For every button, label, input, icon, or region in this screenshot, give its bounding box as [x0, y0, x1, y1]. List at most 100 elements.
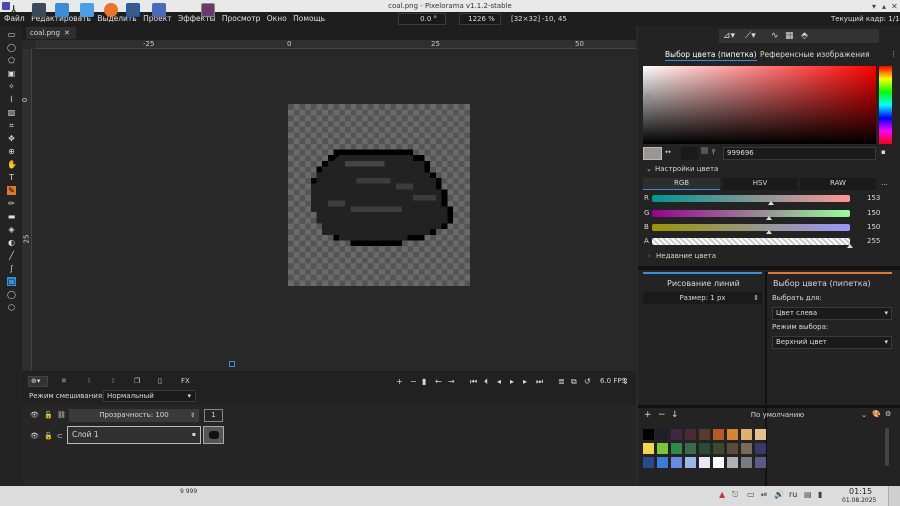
palette-swatch[interactable] [671, 457, 682, 468]
palette-swatch[interactable] [685, 429, 696, 440]
color-settings-toggle[interactable]: Настройки цвета [655, 165, 718, 173]
more-button[interactable]: ... [881, 179, 888, 187]
terminal-icon[interactable] [32, 3, 46, 17]
opacity-slider[interactable]: Прозрачность: 100 ⇕ [69, 409, 199, 422]
menu-view[interactable]: Просмотр [222, 12, 261, 26]
crop-icon[interactable]: ⌗ [7, 121, 16, 130]
alert-tray-icon[interactable]: ▲ [719, 490, 725, 499]
hex-input[interactable]: 999696 [723, 147, 876, 160]
shape-icon[interactable]: ⬡ [7, 303, 16, 312]
channel-b-slider[interactable] [652, 224, 850, 231]
ellipse-icon[interactable]: ◯ [7, 290, 16, 299]
clone-frame-icon[interactable]: ▮ [422, 377, 426, 386]
select-rect-icon[interactable]: ▭ [7, 30, 16, 39]
palette-swatch[interactable] [699, 429, 710, 440]
zoom-field[interactable]: 1226 % [459, 13, 501, 25]
remove-frame-icon[interactable]: − [410, 377, 417, 386]
palette-swatch[interactable] [685, 443, 696, 454]
link-icon[interactable]: ⛓ [57, 411, 66, 419]
rotation-field[interactable]: 0.0 ° [398, 13, 446, 25]
paint-select-icon[interactable]: ▧ [7, 108, 16, 117]
fps-value[interactable]: 6.0 FPS [600, 377, 626, 385]
merge-layer-icon[interactable]: ▯ [158, 377, 162, 385]
pencil-icon[interactable]: ✏ [7, 199, 16, 208]
keyboard-layout[interactable]: ru [789, 490, 797, 499]
palette-swatch[interactable] [713, 429, 724, 440]
blend-mode-select[interactable]: Нормальный ▾ [103, 390, 196, 402]
layer-fx-icon[interactable]: FX [181, 377, 190, 385]
pixel-perfect-icon[interactable]: ⟋▾ [745, 29, 756, 43]
layer-link-icon[interactable]: ⊂ [57, 432, 63, 440]
add-frame-icon[interactable]: + [396, 377, 403, 386]
lasso-icon[interactable]: ⌇ [7, 95, 16, 104]
play-icon[interactable]: ▸ [510, 377, 514, 386]
clock-date[interactable]: 01.08.2025 [842, 497, 876, 504]
brush-icon[interactable]: ⬘ [801, 29, 808, 43]
palette-swatch[interactable] [727, 443, 738, 454]
palette-swatch[interactable] [741, 429, 752, 440]
slider-handle[interactable] [765, 230, 772, 234]
palette-edit-icon[interactable]: 🎨 [872, 410, 881, 418]
brush-size-slider[interactable]: Размер: 1 px ⇕ [643, 292, 762, 304]
panel-menu-icon[interactable]: ⋮ [890, 50, 897, 58]
curve-icon[interactable]: ∫ [7, 264, 16, 273]
last-frame-icon[interactable]: ⏭ [536, 377, 543, 387]
palette-swatch[interactable] [727, 429, 738, 440]
channel-r-value[interactable]: 153 [867, 194, 880, 202]
pixelorama-task-icon[interactable] [126, 3, 140, 17]
tab-coal[interactable]: coal.png ✕ [26, 27, 76, 39]
eyedropper-icon[interactable]: ⫯ [712, 148, 715, 157]
magic-wand-icon[interactable]: ✧ [7, 82, 16, 91]
next-frame-icon[interactable]: ▸ [523, 377, 527, 386]
mode-hsv-button[interactable]: HSV [722, 178, 798, 190]
image-viewer-icon[interactable] [152, 3, 166, 17]
rect-icon[interactable]: ▢ [7, 277, 16, 286]
line-icon[interactable]: ╱ [7, 251, 16, 260]
palette-swatch[interactable] [671, 443, 682, 454]
text-icon[interactable]: T [7, 173, 16, 182]
channel-g-slider[interactable] [652, 210, 850, 217]
move-frame-right-icon[interactable]: → [448, 377, 455, 386]
pick-for-select[interactable]: Цвет слева ▾ [772, 307, 892, 320]
channel-b-value[interactable]: 150 [867, 223, 880, 231]
slider-handle[interactable] [765, 216, 772, 220]
shading-icon[interactable]: ◐ [7, 238, 16, 247]
frame-cel[interactable] [203, 426, 224, 444]
channel-a-value[interactable]: 255 [867, 237, 880, 245]
visibility-icon[interactable]: 👁 [30, 411, 39, 419]
remove-palette-icon[interactable]: − [658, 410, 666, 420]
remove-layer-icon[interactable]: ✖ [61, 377, 67, 385]
channel-r-slider[interactable] [652, 195, 850, 202]
import-palette-icon[interactable]: ↓ [671, 410, 679, 420]
frame-number-button[interactable]: 1 [204, 409, 223, 422]
swap-icon[interactable]: ▦ [785, 29, 794, 43]
right-color-swatch[interactable] [681, 147, 698, 160]
power-icon[interactable]: ▮ [818, 490, 822, 499]
prev-frame-icon[interactable]: ◂ [497, 377, 501, 386]
palette-swatch[interactable] [643, 429, 654, 440]
volume-icon[interactable]: 🔊 [774, 490, 784, 499]
window-tray-icon[interactable]: ▭ [747, 490, 755, 499]
dynamics-icon[interactable]: ∿ [771, 29, 779, 43]
palette-scrollbar[interactable] [885, 428, 889, 466]
palette-swatch[interactable] [741, 457, 752, 468]
select-color-icon[interactable]: ▣ [7, 69, 16, 78]
reset-colors-icon[interactable] [701, 147, 708, 154]
palette-swatch[interactable] [755, 457, 766, 468]
add-layer-dropdown[interactable]: ⊕▾ [28, 376, 48, 387]
slider-handle[interactable] [767, 201, 774, 205]
tab-reference-images[interactable]: Референсные изображения [760, 50, 869, 59]
eraser-icon[interactable]: ▬ [7, 212, 16, 221]
palette-swatch[interactable] [741, 443, 752, 454]
palette-swatch[interactable] [657, 443, 668, 454]
recent-colors-toggle[interactable]: Недавние цвета [656, 252, 716, 260]
zoom-icon[interactable]: ⊕ [7, 147, 16, 156]
color-picker-icon[interactable]: ✎ [7, 186, 16, 195]
move-icon[interactable]: ✥ [7, 134, 16, 143]
palette-select[interactable]: По умолчанию ⌄ [686, 409, 869, 422]
palette-swatch[interactable] [643, 443, 654, 454]
store-icon[interactable] [55, 3, 69, 17]
clone-layer-icon[interactable]: ❐ [134, 377, 140, 385]
pixelorama-app-icon[interactable] [201, 3, 215, 17]
mode-rgb-button[interactable]: RGB [643, 178, 720, 190]
